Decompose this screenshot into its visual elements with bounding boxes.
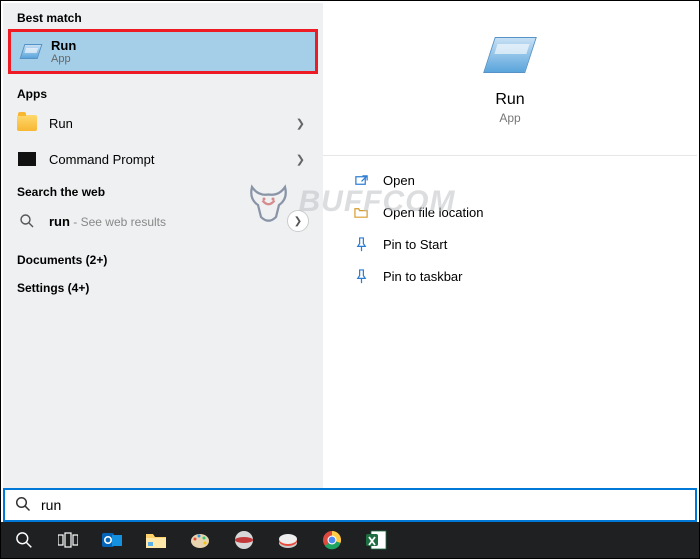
settings-header[interactable]: Settings (4+) (3, 271, 323, 299)
chevron-right-icon: ❯ (296, 153, 305, 166)
search-web-header: Search the web (3, 177, 323, 203)
folder-open-icon (353, 204, 369, 220)
run-icon (21, 42, 41, 62)
web-suffix: - See web results (70, 215, 166, 229)
pin-icon (353, 268, 369, 284)
action-pin-to-start[interactable]: Pin to Start (323, 228, 697, 260)
folder-icon (17, 113, 37, 133)
taskbar-task-view-button[interactable] (49, 525, 87, 555)
action-open-file-location[interactable]: Open file location (323, 196, 697, 228)
detail-subtitle: App (499, 111, 520, 125)
apps-header: Apps (3, 79, 323, 105)
taskbar-app-icon-1[interactable] (225, 525, 263, 555)
action-pin-to-taskbar[interactable]: Pin to taskbar (323, 260, 697, 292)
start-menu-right-panel: Run App Open Open file location (323, 3, 697, 508)
search-input[interactable] (41, 497, 685, 513)
taskbar-search-button[interactable] (5, 525, 43, 555)
apps-item-label: Run (49, 116, 73, 131)
best-match-title: Run (51, 38, 305, 53)
chevron-right-icon: ❯ (296, 117, 305, 130)
run-icon-large (486, 31, 534, 79)
action-label: Open file location (383, 205, 483, 220)
taskbar-app-icon-2[interactable] (269, 525, 307, 555)
open-icon (353, 172, 369, 188)
web-result-run[interactable]: run - See web results ❯ (3, 203, 323, 239)
apps-item-run[interactable]: Run ❯ (3, 105, 323, 141)
taskbar (1, 522, 699, 558)
search-icon (17, 211, 37, 231)
taskbar-paint-icon[interactable] (181, 525, 219, 555)
detail-title: Run (495, 91, 524, 109)
taskbar-file-explorer-icon[interactable] (137, 525, 175, 555)
action-list: Open Open file location Pin to Start (323, 155, 697, 292)
action-label: Pin to taskbar (383, 269, 463, 284)
search-bar[interactable] (3, 488, 697, 522)
command-prompt-icon (17, 149, 37, 169)
action-label: Open (383, 173, 415, 188)
chevron-right-icon: ❯ (287, 210, 309, 232)
apps-item-label: Command Prompt (49, 152, 154, 167)
best-match-header: Best match (3, 3, 323, 29)
action-label: Pin to Start (383, 237, 447, 252)
best-match-subtitle: App (51, 53, 305, 65)
start-menu-left-panel: Best match Run App Apps Run ❯ (3, 3, 323, 508)
documents-header[interactable]: Documents (2+) (3, 239, 323, 271)
annotation-highlight: Run App (8, 29, 318, 74)
search-icon (15, 496, 31, 515)
apps-item-command-prompt[interactable]: Command Prompt ❯ (3, 141, 323, 177)
action-open[interactable]: Open (323, 164, 697, 196)
taskbar-excel-icon[interactable] (357, 525, 395, 555)
pin-icon (353, 236, 369, 252)
taskbar-chrome-icon[interactable] (313, 525, 351, 555)
best-match-run[interactable]: Run App (11, 32, 315, 71)
web-query: run (49, 214, 70, 229)
taskbar-outlook-icon[interactable] (93, 525, 131, 555)
